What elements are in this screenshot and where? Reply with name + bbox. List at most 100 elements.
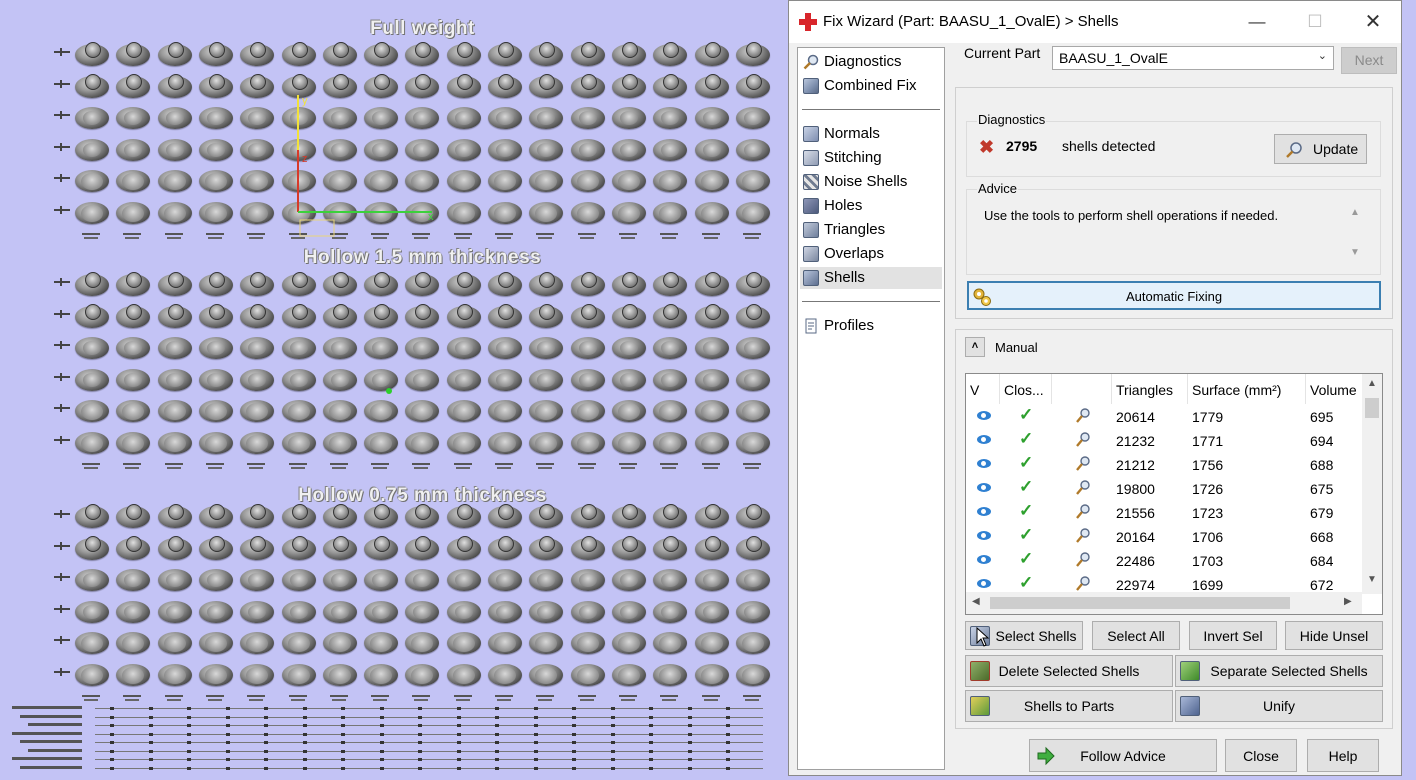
ring-model[interactable]: [529, 628, 564, 654]
ring-model[interactable]: [446, 270, 481, 296]
ring-model[interactable]: [611, 333, 646, 359]
ring-model[interactable]: [198, 135, 233, 161]
ring-model[interactable]: [446, 302, 481, 328]
ring-model[interactable]: [611, 135, 646, 161]
ring-model[interactable]: [570, 72, 605, 98]
ring-model[interactable]: [405, 660, 440, 686]
ring-model[interactable]: [240, 166, 275, 192]
ring-model[interactable]: [75, 333, 109, 359]
ring-model[interactable]: [75, 660, 109, 686]
ring-model[interactable]: [198, 198, 233, 224]
ring-model[interactable]: [735, 198, 770, 224]
nav-item-triangles[interactable]: Triangles: [800, 219, 942, 241]
ring-model[interactable]: [570, 270, 605, 296]
ring-model[interactable]: [281, 302, 316, 328]
ring-model[interactable]: [240, 270, 275, 296]
ring-model[interactable]: [405, 166, 440, 192]
column-header-visible[interactable]: V: [966, 374, 1000, 404]
ring-model[interactable]: [611, 565, 646, 591]
ring-model[interactable]: [157, 628, 192, 654]
ring-model[interactable]: [157, 396, 192, 422]
ring-model[interactable]: [405, 628, 440, 654]
column-header-zoom[interactable]: [1052, 374, 1112, 404]
ring-model[interactable]: [611, 628, 646, 654]
column-header-volume[interactable]: Volume: [1306, 374, 1362, 404]
ring-model[interactable]: [529, 502, 564, 528]
scrollbar-thumb[interactable]: [990, 597, 1290, 609]
ring-model[interactable]: [240, 534, 275, 560]
ring-model[interactable]: [405, 103, 440, 129]
ring-model[interactable]: [322, 597, 357, 623]
ring-model[interactable]: [75, 40, 109, 66]
help-button[interactable]: Help: [1307, 739, 1379, 772]
ring-model[interactable]: [653, 270, 688, 296]
visibility-eye-icon[interactable]: [977, 531, 991, 540]
ring-model[interactable]: [322, 72, 357, 98]
visibility-eye-icon[interactable]: [977, 507, 991, 516]
ring-model[interactable]: [322, 396, 357, 422]
ring-model[interactable]: [570, 628, 605, 654]
ring-model[interactable]: [198, 628, 233, 654]
ring-model[interactable]: [240, 396, 275, 422]
ring-model[interactable]: [405, 270, 440, 296]
nav-item-shells[interactable]: Shells: [800, 267, 942, 289]
ring-model[interactable]: [240, 628, 275, 654]
ring-model[interactable]: [75, 166, 109, 192]
ring-model[interactable]: [198, 270, 233, 296]
invert-selection-button[interactable]: Invert Sel: [1189, 621, 1277, 650]
ring-model[interactable]: [157, 198, 192, 224]
ring-model[interactable]: [653, 166, 688, 192]
ring-model[interactable]: [364, 396, 399, 422]
ring-model[interactable]: [653, 302, 688, 328]
ring-model[interactable]: [653, 502, 688, 528]
ring-model[interactable]: [157, 502, 192, 528]
ring-model[interactable]: [570, 40, 605, 66]
nav-item-profiles[interactable]: Profiles: [800, 315, 942, 337]
nav-item-overlaps[interactable]: Overlaps: [800, 243, 942, 265]
ring-model[interactable]: [364, 502, 399, 528]
ring-model[interactable]: [735, 333, 770, 359]
ring-model[interactable]: [694, 628, 729, 654]
shells-table[interactable]: V Clos... Triangles Surface (mm²) Volume…: [965, 373, 1383, 615]
ring-model[interactable]: [570, 302, 605, 328]
ring-model[interactable]: [570, 660, 605, 686]
ring-model[interactable]: [281, 628, 316, 654]
ring-model[interactable]: [157, 365, 192, 391]
ring-model[interactable]: [446, 72, 481, 98]
ring-model[interactable]: [364, 333, 399, 359]
ring-model[interactable]: [446, 597, 481, 623]
close-button[interactable]: Close: [1225, 739, 1297, 772]
ring-model[interactable]: [116, 565, 151, 591]
ring-model[interactable]: [281, 597, 316, 623]
ring-model[interactable]: [611, 198, 646, 224]
ring-model[interactable]: [735, 72, 770, 98]
ring-model[interactable]: [198, 365, 233, 391]
ring-model[interactable]: [446, 534, 481, 560]
maximize-button[interactable]: ☐: [1295, 7, 1335, 37]
ring-model[interactable]: [735, 428, 770, 454]
ring-model[interactable]: [240, 502, 275, 528]
ring-model[interactable]: [611, 166, 646, 192]
ring-model[interactable]: [611, 534, 646, 560]
visibility-eye-icon[interactable]: [977, 411, 991, 420]
ring-model[interactable]: [611, 365, 646, 391]
ring-model[interactable]: [322, 302, 357, 328]
ring-model[interactable]: [364, 72, 399, 98]
ring-model[interactable]: [405, 428, 440, 454]
ring-model[interactable]: [694, 72, 729, 98]
ring-model[interactable]: [281, 40, 316, 66]
ring-model[interactable]: [611, 72, 646, 98]
ring-model[interactable]: [281, 428, 316, 454]
ring-model[interactable]: [570, 428, 605, 454]
ring-model[interactable]: [281, 333, 316, 359]
ring-model[interactable]: [405, 365, 440, 391]
separate-selected-shells-button[interactable]: Separate Selected Shells: [1175, 655, 1383, 687]
ring-model[interactable]: [322, 40, 357, 66]
visibility-eye-icon[interactable]: [977, 555, 991, 564]
ring-model[interactable]: [75, 270, 109, 296]
ring-model[interactable]: [653, 534, 688, 560]
advice-scrollbar[interactable]: ▲ ▼: [1347, 205, 1365, 265]
ring-model[interactable]: [446, 660, 481, 686]
ring-model[interactable]: [240, 565, 275, 591]
ring-model[interactable]: [570, 534, 605, 560]
